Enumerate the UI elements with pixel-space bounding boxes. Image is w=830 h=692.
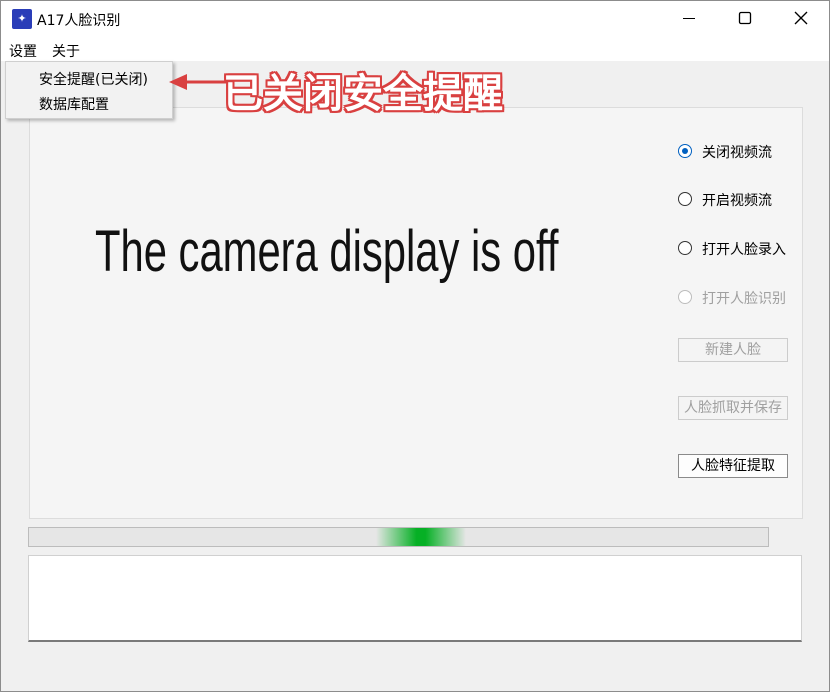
annotation-label: 已关闭安全提醒 <box>223 71 503 117</box>
camera-view: The camera display is off <box>40 114 664 506</box>
radio-button[interactable] <box>678 192 692 206</box>
close-icon <box>794 11 808 25</box>
menu-about[interactable]: 关于 <box>52 41 80 61</box>
radio-button[interactable] <box>678 241 692 255</box>
camera-status-text: The camera display is off <box>95 219 559 284</box>
maximize-icon <box>738 11 752 25</box>
radio-label: 打开人脸录入 <box>702 242 786 258</box>
app-icon: ✦ <box>12 9 32 29</box>
radio-label: 开启视频流 <box>702 193 772 209</box>
progress-bar <box>28 527 769 547</box>
close-button[interactable] <box>773 1 829 37</box>
radio-button-disabled <box>678 290 692 304</box>
annotation-arrow-icon <box>169 74 227 90</box>
title-bar[interactable]: ✦ A17人脸识别 <box>1 1 829 37</box>
window-title: A17人脸识别 <box>37 13 121 29</box>
maximize-button[interactable] <box>717 1 773 37</box>
app-window: ✦ A17人脸识别 设置 关于 The camera display is of… <box>0 0 830 692</box>
settings-dropdown: 安全提醒(已关闭) 数据库配置 <box>5 61 173 119</box>
minimize-button[interactable] <box>661 1 717 37</box>
new-face-button: 新建人脸 <box>678 338 788 362</box>
log-output[interactable] <box>28 555 802 642</box>
minimize-icon <box>683 18 695 19</box>
menu-bar: 设置 关于 <box>1 37 829 61</box>
radio-label: 打开人脸识别 <box>702 291 786 307</box>
radio-label: 关闭视频流 <box>702 145 772 161</box>
capture-save-button: 人脸抓取并保存 <box>678 396 788 420</box>
menu-settings[interactable]: 设置 <box>9 41 37 61</box>
menu-item-database-config[interactable]: 数据库配置 <box>39 94 109 114</box>
progress-indicator <box>376 528 466 546</box>
radio-button-checked[interactable] <box>678 144 692 158</box>
menu-item-security-reminder[interactable]: 安全提醒(已关闭) <box>39 69 148 89</box>
main-panel: The camera display is off 关闭视频流 开启视频流 打开… <box>29 107 803 519</box>
extract-features-button[interactable]: 人脸特征提取 <box>678 454 788 478</box>
